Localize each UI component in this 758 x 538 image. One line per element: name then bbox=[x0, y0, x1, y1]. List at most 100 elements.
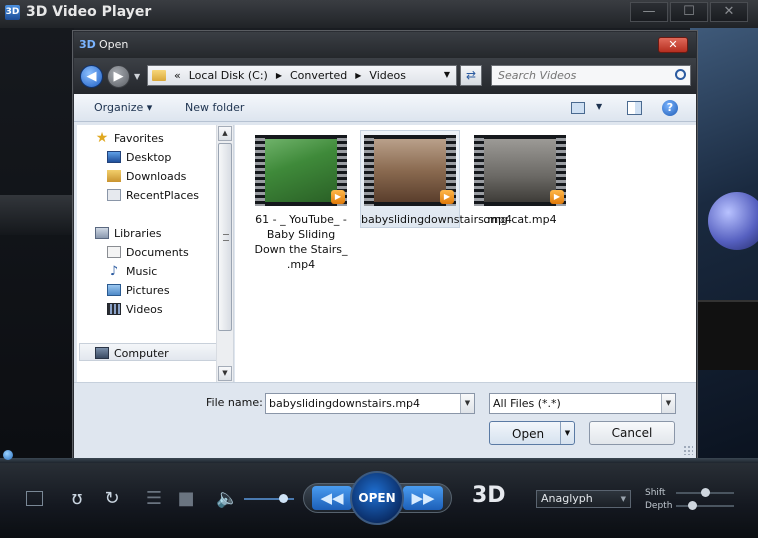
repeat-icon[interactable]: ↻ bbox=[101, 488, 123, 509]
open-file-button[interactable]: OPEN bbox=[350, 471, 404, 525]
change-view-icon[interactable] bbox=[571, 102, 585, 114]
file-name-input[interactable] bbox=[266, 394, 460, 413]
close-button[interactable]: ✕ bbox=[710, 2, 748, 22]
file-name-label: File name: bbox=[206, 396, 263, 409]
nav-item-label: Desktop bbox=[126, 150, 172, 164]
computer-icon bbox=[95, 347, 109, 359]
forward-button[interactable]: ▶ bbox=[107, 65, 130, 88]
video-background-left bbox=[0, 28, 74, 458]
depth-label: Depth bbox=[645, 501, 673, 511]
open-options-dropdown-icon[interactable]: ▼ bbox=[560, 422, 574, 444]
breadcrumb-overflow[interactable]: « bbox=[174, 69, 181, 82]
maximize-button[interactable]: ☐ bbox=[670, 2, 708, 22]
resize-grip-icon[interactable] bbox=[683, 445, 693, 455]
address-dropdown-icon[interactable]: ▼ bbox=[444, 70, 450, 79]
volume-slider[interactable] bbox=[244, 494, 294, 503]
nav-item-label: Music bbox=[126, 264, 158, 278]
file-name: babyslidingdownstairs.mp4 bbox=[361, 213, 513, 226]
search-box[interactable] bbox=[491, 65, 691, 86]
breadcrumb-converted[interactable]: Converted bbox=[290, 69, 347, 82]
scroll-down-arrow-icon[interactable]: ▼ bbox=[218, 366, 232, 381]
seek-knob[interactable] bbox=[3, 450, 13, 460]
address-bar[interactable]: « Local Disk (C:) ▶ Converted ▶ Videos ▼ bbox=[147, 65, 457, 86]
volume-knob[interactable] bbox=[279, 494, 288, 503]
nav-item-label: RecentPlaces bbox=[126, 188, 199, 202]
file-type-dropdown-icon[interactable]: ▼ bbox=[661, 394, 675, 413]
playlist-icon[interactable]: ☰ bbox=[143, 488, 165, 509]
thumbnail-frame bbox=[484, 139, 556, 202]
search-input[interactable] bbox=[492, 66, 662, 85]
file-name-dropdown-icon[interactable]: ▼ bbox=[460, 394, 474, 413]
nav-favorites[interactable]: ★ Favorites bbox=[95, 129, 235, 147]
video-thumbnail: ▶ bbox=[364, 135, 456, 206]
video-thumbnail: ▶ bbox=[474, 135, 566, 206]
file-name-combo[interactable]: ▼ bbox=[265, 393, 475, 414]
help-icon[interactable]: ? bbox=[662, 100, 678, 116]
scroll-thumb[interactable] bbox=[218, 143, 232, 331]
preview-pane-icon[interactable] bbox=[627, 101, 642, 115]
breadcrumb-separator-icon[interactable]: ▶ bbox=[276, 71, 282, 80]
recent-places-icon bbox=[107, 189, 121, 201]
back-button[interactable]: ◀ bbox=[80, 65, 103, 88]
file-type-value: All Files (*.*) bbox=[493, 397, 561, 410]
seek-bar[interactable] bbox=[0, 450, 758, 463]
nav-item-label: Pictures bbox=[126, 283, 170, 297]
file-tile[interactable]: ▶ omg cat.mp4 bbox=[470, 131, 570, 227]
open-button[interactable]: Open ▼ bbox=[489, 421, 575, 445]
file-type-select[interactable]: All Files (*.*) ▼ bbox=[489, 393, 676, 414]
rewind-icon[interactable]: ◀◀ bbox=[312, 486, 352, 510]
folder-icon bbox=[152, 70, 166, 81]
dialog-footer: File name: ▼ All Files (*.*) ▼ Open ▼ Ca… bbox=[74, 382, 696, 458]
nav-computer[interactable]: Computer bbox=[95, 344, 235, 362]
scroll-up-arrow-icon[interactable]: ▲ bbox=[218, 126, 232, 141]
breadcrumb-local-disk[interactable]: Local Disk (C:) bbox=[189, 69, 268, 82]
film-strip-icon bbox=[474, 135, 484, 206]
stop-icon[interactable]: ■ bbox=[176, 488, 196, 509]
depth-slider[interactable] bbox=[676, 501, 734, 510]
player-control-bar: ʊ ↻ ☰ ■ 🔈 ◀◀ ▶▶ OPEN 3D Anaglyph ▼ Shift… bbox=[0, 450, 758, 538]
new-folder-button[interactable]: New folder bbox=[185, 101, 244, 114]
film-strip-icon bbox=[255, 135, 265, 206]
dialog-logo-icon: 3D bbox=[79, 38, 96, 51]
fullscreen-icon[interactable] bbox=[26, 491, 43, 506]
open-dialog: 3D Open ✕ ◀ ▶ ▼ « Local Disk (C:) ▶ Conv… bbox=[73, 31, 697, 458]
fast-forward-icon[interactable]: ▶▶ bbox=[403, 486, 443, 510]
window-controls: — ☐ ✕ bbox=[628, 2, 748, 22]
nav-scrollbar[interactable]: ▲ ▼ bbox=[216, 125, 233, 382]
address-row: ◀ ▶ ▼ « Local Disk (C:) ▶ Converted ▶ Vi… bbox=[74, 58, 696, 94]
music-note-icon: ♪ bbox=[109, 263, 119, 279]
file-tile-selected[interactable]: ▶ babyslidingdownstairs.mp4 bbox=[360, 130, 513, 228]
file-tile[interactable]: ▶ 61 - _ YouTube_ - Baby Sliding Down th… bbox=[251, 131, 351, 272]
dialog-close-button[interactable]: ✕ bbox=[658, 37, 688, 53]
shift-slider[interactable] bbox=[676, 488, 734, 497]
cancel-button[interactable]: Cancel bbox=[589, 421, 675, 445]
desktop-icon bbox=[107, 151, 121, 163]
player-title-bar: 3D 3D Video Player — ☐ ✕ bbox=[0, 0, 758, 28]
breadcrumb-separator-icon[interactable]: ▶ bbox=[355, 71, 361, 80]
refresh-button[interactable]: ⇄ bbox=[460, 65, 482, 86]
nav-item-label: Videos bbox=[126, 302, 163, 316]
view-dropdown-icon[interactable]: ▼ bbox=[596, 102, 602, 111]
minimize-button[interactable]: — bbox=[630, 2, 668, 22]
tv-graphic bbox=[698, 300, 758, 370]
nav-libraries[interactable]: Libraries bbox=[95, 224, 235, 242]
shift-knob[interactable] bbox=[701, 488, 710, 497]
search-icon[interactable] bbox=[675, 69, 686, 80]
3d-toggle-button[interactable]: 3D bbox=[472, 483, 506, 508]
breadcrumb-videos[interactable]: Videos bbox=[369, 69, 406, 82]
3d-mode-select[interactable]: Anaglyph ▼ bbox=[536, 490, 631, 508]
file-name: omg cat.mp4 bbox=[483, 213, 557, 226]
stereo-glasses-icon[interactable]: ʊ bbox=[66, 488, 88, 509]
volume-icon[interactable]: 🔈 bbox=[216, 488, 238, 509]
dialog-title: Open bbox=[99, 38, 129, 51]
planet-graphic bbox=[708, 192, 758, 250]
pictures-icon bbox=[107, 284, 121, 296]
downloads-folder-icon bbox=[107, 170, 121, 182]
depth-knob[interactable] bbox=[688, 501, 697, 510]
organize-button[interactable]: Organize ▾ bbox=[94, 101, 152, 114]
nav-libraries-label: Libraries bbox=[114, 226, 162, 240]
recent-locations-dropdown-icon[interactable]: ▼ bbox=[134, 72, 140, 81]
film-strip-icon bbox=[364, 135, 374, 206]
nav-computer-label: Computer bbox=[114, 346, 169, 360]
thumbnail-frame bbox=[265, 139, 337, 202]
